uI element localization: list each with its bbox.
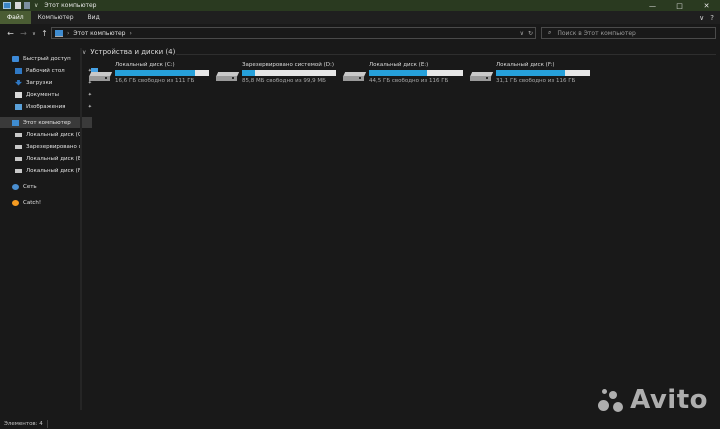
drive-icon	[15, 144, 22, 149]
breadcrumb-this-pc[interactable]: Этот компьютер	[73, 30, 125, 37]
search-box[interactable]: ⌕	[541, 27, 716, 39]
drive-usage-bar	[242, 70, 336, 76]
minimize-button[interactable]: —	[639, 0, 666, 11]
drive-usage-fill	[242, 70, 256, 76]
sidebar-item-label: Документы	[26, 91, 59, 98]
sidebar-item-label: Сеть	[23, 183, 37, 190]
computer-icon	[12, 119, 19, 126]
tab-view[interactable]: Вид	[81, 11, 107, 24]
sidebar-item-label: Этот компьютер	[23, 119, 71, 126]
drive-free-space: 44,5 ГБ свободно из 116 ГБ	[369, 78, 449, 84]
sidebar: Быстрый доступ Рабочий стол ✦ Загрузки ✦…	[0, 48, 92, 410]
collapse-chevron-icon[interactable]: ∨	[82, 49, 86, 56]
window-title: Этот компьютер	[44, 2, 97, 9]
group-divider	[176, 54, 716, 55]
search-input[interactable]	[557, 29, 708, 37]
hard-drive-icon	[342, 68, 367, 82]
drive-usage-fill	[369, 70, 428, 76]
star-icon	[12, 55, 19, 62]
drive-name: Зарезервировано системой (D:)	[242, 62, 334, 68]
group-title: Устройства и диски (4)	[90, 48, 176, 56]
ribbon-right-controls: ∨ ?	[699, 11, 714, 24]
title-bar: ∨ Этот компьютер — □ ✕	[0, 0, 720, 11]
drive-usage-fill	[115, 70, 195, 76]
sidebar-item-quick-access[interactable]: Быстрый доступ	[0, 53, 92, 64]
drive-free-space: 16,6 ГБ свободно из 111 ГБ	[115, 78, 195, 84]
drive-usage-fill	[496, 70, 565, 76]
search-icon: ⌕	[548, 29, 552, 36]
new-folder-icon[interactable]	[24, 2, 30, 9]
documents-icon	[15, 91, 22, 98]
pictures-icon	[15, 103, 22, 110]
drive-tile-c[interactable]: Локальный диск (C:) 16,6 ГБ свободно из …	[82, 62, 209, 86]
address-actions: ∨ ↻	[520, 28, 533, 38]
drive-tile-f[interactable]: Локальный диск (F:) 31,1 ГБ свободно из …	[463, 62, 590, 86]
maximize-button[interactable]: □	[666, 0, 693, 11]
quick-access-toolbar-chevron-icon[interactable]: ∨	[34, 2, 38, 9]
sidebar-item-label: Локальный диск (C	[26, 131, 82, 138]
address-bar[interactable]: › Этот компьютер › ∨ ↻	[51, 27, 536, 39]
help-icon[interactable]: ?	[710, 14, 714, 22]
sidebar-item-label: Загрузки	[26, 79, 53, 86]
sidebar-item-label: Изображения	[26, 103, 66, 110]
drive-usage-bar	[369, 70, 463, 76]
sidebar-item-label: Рабочий стол	[26, 67, 65, 74]
drive-usage-bar	[496, 70, 590, 76]
status-divider	[46, 419, 48, 428]
tab-file[interactable]: Файл	[0, 11, 31, 24]
drive-name: Локальный диск (E:)	[369, 62, 429, 68]
recent-locations-button[interactable]: ∨	[30, 27, 38, 40]
group-header[interactable]: ∨ Устройства и диски (4)	[82, 48, 175, 56]
items-count: Элементов: 4	[4, 420, 43, 427]
hard-drive-icon	[469, 68, 494, 82]
drive-tile-d[interactable]: Зарезервировано системой (D:) 85,8 МБ св…	[209, 62, 336, 86]
sidebar-item-this-pc[interactable]: Этот компьютер	[0, 117, 92, 128]
tab-computer[interactable]: Компьютер	[31, 11, 81, 24]
avito-logo-icon	[596, 386, 624, 414]
desktop-icon	[15, 67, 22, 74]
drive-free-space: 31,1 ГБ свободно из 116 ГБ	[496, 78, 576, 84]
expand-ribbon-icon[interactable]: ∨	[699, 14, 704, 22]
sidebar-item-label: Catch!	[23, 199, 42, 206]
close-button[interactable]: ✕	[693, 0, 720, 11]
drive-icon	[15, 156, 22, 161]
address-dropdown-icon[interactable]: ∨	[520, 30, 524, 37]
drive-name: Локальный диск (F:)	[496, 62, 555, 68]
forward-button[interactable]: →	[17, 27, 30, 40]
hard-drive-icon	[215, 68, 240, 82]
drive-free-space: 85,8 МБ свободно из 99,9 МБ	[242, 78, 326, 84]
drive-name: Локальный диск (C:)	[115, 62, 175, 68]
status-bar: Элементов: 4	[0, 418, 720, 429]
navigation-bar: ← → ∨ ↑ › Этот компьютер › ∨ ↻ ⌕	[0, 24, 720, 43]
sidebar-item-label: Быстрый доступ	[23, 55, 71, 62]
hard-drive-icon	[88, 68, 113, 82]
up-button[interactable]: ↑	[38, 27, 51, 40]
sidebar-item-network[interactable]: Сеть	[0, 181, 92, 192]
sidebar-item-label: Зарезервировано с	[26, 143, 82, 150]
catch-icon	[12, 199, 19, 206]
back-button[interactable]: ←	[4, 27, 17, 40]
drive-tile-e[interactable]: Локальный диск (E:) 44,5 ГБ свободно из …	[336, 62, 463, 86]
drive-icon	[15, 168, 22, 173]
sidebar-item-label: Локальный диск (E	[26, 155, 82, 162]
avito-watermark: Avito	[596, 385, 708, 415]
main-content: ∨ Устройства и диски (4) Локальный диск …	[82, 44, 720, 410]
avito-logo-text: Avito	[630, 385, 708, 415]
breadcrumb-chevron-icon[interactable]: ›	[130, 30, 132, 37]
sidebar-item-catch[interactable]: Catch!	[0, 197, 92, 208]
refresh-icon[interactable]: ↻	[528, 30, 533, 37]
breadcrumb-separator-icon[interactable]: ›	[67, 30, 69, 37]
ribbon: Файл Компьютер Вид ∨ ?	[0, 11, 720, 25]
drive-icon	[15, 132, 22, 137]
drive-usage-bar	[115, 70, 209, 76]
computer-icon	[55, 29, 63, 37]
window-controls: — □ ✕	[639, 0, 720, 11]
explorer-icon[interactable]	[3, 2, 11, 9]
properties-icon[interactable]	[15, 2, 21, 9]
sidebar-item-label: Локальный диск (F	[26, 167, 81, 174]
network-icon	[12, 183, 19, 190]
download-icon	[15, 79, 22, 86]
